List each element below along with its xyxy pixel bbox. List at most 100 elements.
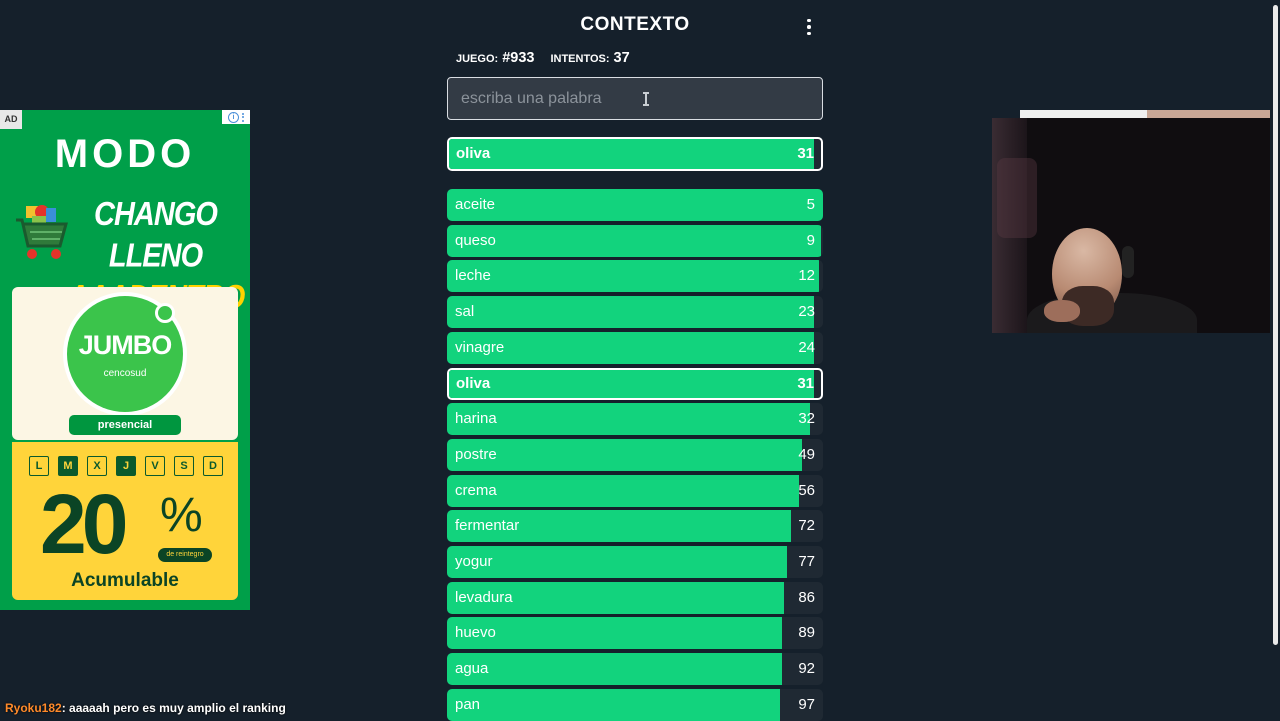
guess-row: huevo 89 [447, 617, 823, 649]
guess-similarity-bar [447, 189, 823, 221]
weekday-chip: J [116, 456, 136, 476]
guess-row: postre 49 [447, 439, 823, 471]
guess-distance: 72 [798, 517, 815, 534]
guess-word: leche [455, 267, 491, 284]
attempts-count: 37 [613, 50, 630, 66]
guess-similarity-bar [447, 689, 780, 721]
guess-row: yogur 77 [447, 546, 823, 578]
weekday-chip: V [145, 456, 165, 476]
last-guess-row: oliva 31 [447, 137, 823, 171]
guess-distance: 23 [798, 303, 815, 320]
guess-similarity-bar [447, 403, 810, 435]
guess-word: postre [455, 446, 497, 463]
guess-distance: 92 [798, 660, 815, 677]
guess-input[interactable] [447, 77, 823, 120]
guess-word: harina [455, 410, 497, 427]
shopping-cart-icon [16, 205, 68, 259]
weekday-selector: LMXJVSD [29, 456, 223, 476]
guess-word: sal [455, 303, 475, 320]
last-guess-word: oliva [456, 145, 491, 162]
guess-distance: 77 [798, 553, 815, 570]
guess-row: leche 12 [447, 260, 823, 292]
scrollbar[interactable] [1270, 0, 1280, 720]
store-name: JUMBO [78, 330, 173, 360]
guess-row: queso 9 [447, 225, 823, 257]
guess-word: vinagre [455, 339, 505, 356]
chat-text: : aaaaah pero es muy amplio el ranking [61, 701, 286, 715]
guess-similarity-bar [447, 653, 782, 685]
guess-similarity-bar [447, 617, 782, 649]
weekday-chip: M [58, 456, 78, 476]
ad-info-icon[interactable]: i [222, 110, 250, 124]
webcam-frame-strip [1020, 110, 1270, 118]
store-card: JUMBO cencosud presencial [12, 287, 238, 440]
guess-row: fermentar 72 [447, 510, 823, 542]
logo-dot-icon [155, 303, 175, 323]
guess-similarity-bar [447, 439, 802, 471]
guess-similarity-bar [447, 546, 787, 578]
guess-word: yogur [455, 553, 493, 570]
scrollbar-thumb[interactable] [1273, 5, 1278, 645]
last-guess-distance: 31 [797, 145, 814, 162]
guess-row: pan 97 [447, 689, 823, 721]
guess-similarity-bar [447, 475, 799, 507]
guess-word: aceite [455, 196, 496, 213]
store-tag: presencial [69, 415, 181, 435]
headset-icon [1122, 246, 1134, 278]
discount-value: 20 [40, 477, 128, 571]
last-guess-bar [449, 139, 814, 169]
guess-row: vinagre 24 [447, 332, 823, 364]
guess-word: pan [455, 696, 481, 713]
guess-distance: 97 [798, 696, 815, 713]
ad-badge: AD [0, 110, 22, 129]
guess-word: fermentar [455, 517, 520, 534]
guess-distance: 86 [798, 589, 815, 606]
guess-row: sal 23 [447, 296, 823, 328]
guess-distance: 49 [798, 446, 815, 463]
guess-distance: 32 [798, 410, 815, 427]
weekday-chip: D [203, 456, 223, 476]
guess-word: huevo [455, 624, 496, 641]
page-title: CONTEXTO [580, 14, 690, 35]
ad-brand: MODO [54, 132, 196, 176]
guess-distance: 9 [806, 232, 815, 249]
discount-sign: % [160, 489, 203, 542]
guess-word: crema [455, 482, 497, 499]
game-number: #933 [502, 50, 535, 66]
guess-distance: 56 [798, 482, 815, 499]
guess-distance: 24 [798, 339, 815, 356]
guess-word: levadura [455, 589, 513, 606]
guess-row: oliva 31 [447, 368, 823, 400]
webcam-overlay [992, 118, 1280, 333]
guess-similarity-bar [447, 260, 819, 292]
guess-distance: 89 [798, 624, 815, 641]
game-label: JUEGO: [456, 53, 499, 65]
ad-headline-line1: CHANGO LLENO [94, 196, 218, 275]
guess-similarity-bar [447, 225, 821, 257]
guess-row: crema 56 [447, 475, 823, 507]
more-options-icon[interactable] [800, 16, 818, 38]
chat-message: Ryoku182: aaaaah pero es muy amplio el r… [5, 701, 286, 715]
guess-word: queso [455, 232, 496, 249]
discount-tag: Acumulable [71, 570, 179, 591]
guess-row: aceite 5 [447, 189, 823, 221]
guess-row: agua 92 [447, 653, 823, 685]
attempts-label: INTENTOS: [550, 53, 610, 65]
chat-username: Ryoku182 [5, 701, 62, 715]
promo-card: LMXJVSD 20 % de reintegro Acumulable [12, 442, 238, 600]
guess-row: levadura 86 [447, 582, 823, 614]
guess-distance: 31 [797, 375, 814, 392]
weekday-chip: S [174, 456, 194, 476]
advertisement[interactable]: AD i MODO CHANGO LLENO AAADENTRO JUMBO c… [0, 110, 250, 610]
guess-distance: 5 [806, 196, 815, 213]
discount-note: de reintegro [158, 548, 212, 562]
guess-word: oliva [456, 375, 491, 392]
guess-distance: 12 [798, 267, 815, 284]
guess-word: agua [455, 660, 489, 677]
game-stats: JUEGO: #933 INTENTOS: 37 [456, 50, 630, 66]
weekday-chip: L [29, 456, 49, 476]
guess-similarity-bar [449, 370, 814, 398]
guess-similarity-bar [447, 296, 814, 328]
guess-row: harina 32 [447, 403, 823, 435]
text-cursor-icon [643, 92, 649, 106]
